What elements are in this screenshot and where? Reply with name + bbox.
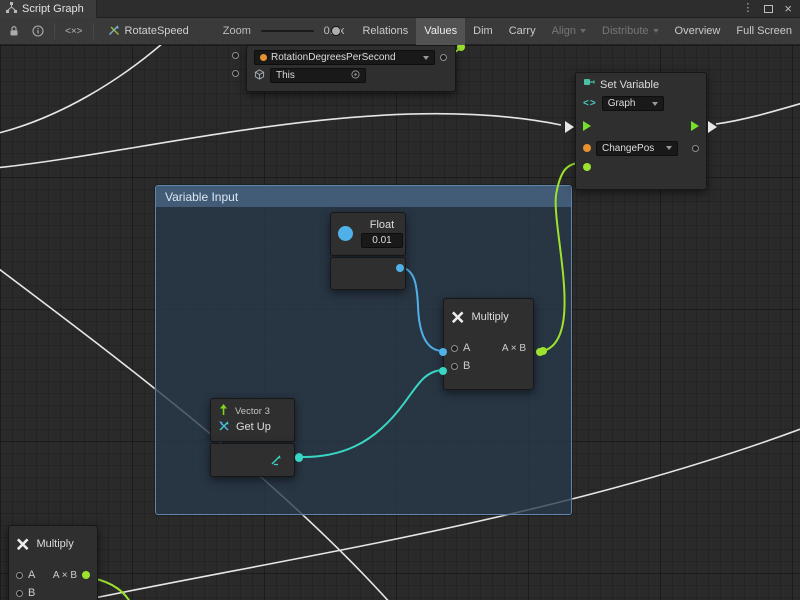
up-arrow-icon	[218, 404, 229, 419]
node-title: Multiply	[471, 311, 508, 323]
window-tab-label: Script Graph	[22, 3, 84, 15]
value-output-port[interactable]	[692, 145, 699, 152]
value-input-port[interactable]	[583, 163, 591, 171]
flow-input-arrow-icon[interactable]	[583, 121, 591, 131]
node-multiply-2[interactable]: × Multiply A A × B B	[8, 525, 98, 600]
node-float-literal[interactable]: Float 0.01	[330, 212, 406, 256]
graph-asset-icon	[108, 24, 120, 39]
variable-port-icon	[260, 54, 267, 61]
variable-dropdown[interactable]: ChangePos	[596, 141, 678, 156]
toolbar-separator	[93, 23, 94, 39]
variable-name-dropdown[interactable]: RotationDegreesPerSecond	[254, 50, 435, 65]
vector-output-port[interactable]	[295, 454, 303, 462]
window-menu-icon[interactable]: ⋮	[742, 3, 753, 14]
value-output-port[interactable]	[440, 54, 447, 61]
chevron-down-icon	[652, 102, 658, 106]
vector-output-icon	[270, 454, 282, 469]
graph-name: RotateSpeed	[125, 25, 189, 37]
group-header[interactable]: Variable Input	[156, 186, 571, 207]
output-label: A × B	[53, 570, 77, 581]
input-a-connection[interactable]	[439, 348, 447, 356]
toolbar-button-values[interactable]: Values	[416, 18, 465, 45]
title-bar: Script Graph ⋮ ×	[0, 0, 800, 18]
code-brackets-icon: <>	[583, 98, 597, 109]
toolbar-button-align[interactable]: Align	[544, 18, 594, 45]
float-output-port[interactable]	[396, 264, 404, 272]
flow-wire-arrow-out	[708, 121, 717, 133]
graph-canvas[interactable]: Variable Input RotationDegreesPerSecond	[0, 45, 800, 600]
chevron-down-icon	[666, 146, 672, 150]
node-vector3-get-up[interactable]: Vector 3 Get Up	[210, 398, 295, 442]
variable-port-icon[interactable]	[583, 144, 591, 152]
toolbar-button-fullscreen[interactable]: Full Screen	[728, 18, 800, 45]
toolbar-separator	[54, 23, 55, 39]
cube-icon	[254, 69, 265, 83]
set-variable-icon	[583, 78, 595, 93]
flow-wire-arrow-in	[565, 121, 574, 133]
float-type-label: Float	[370, 219, 394, 231]
zoom-slider-handle[interactable]	[331, 26, 341, 36]
input-b-connection[interactable]	[439, 367, 447, 375]
window-controls: ⋮ ×	[742, 1, 792, 17]
group-title: Variable Input	[165, 190, 238, 204]
object-picker-icon[interactable]	[351, 70, 360, 82]
unity-script-graph-window: Script Graph ⋮ × <×> RotateSpeed Zoom 0.…	[0, 0, 800, 600]
scope-dropdown[interactable]: Graph	[602, 96, 664, 111]
graph-toolbar: <×> RotateSpeed Zoom 0.9x Relations Valu…	[0, 18, 800, 45]
window-tab[interactable]: Script Graph	[0, 0, 97, 18]
multiply-icon: ×	[451, 306, 464, 329]
vector-type-label: Vector 3	[235, 406, 270, 417]
graph-breadcrumb[interactable]: RotateSpeed	[108, 24, 189, 39]
toolbar-button-carry[interactable]: Carry	[501, 18, 544, 45]
crossed-arrows-icon	[218, 420, 230, 435]
toolbar-button-overview[interactable]: Overview	[667, 18, 729, 45]
zoom-slider[interactable]	[261, 30, 314, 32]
input-port-a[interactable]	[16, 572, 23, 579]
operation-label: Get Up	[236, 421, 271, 433]
node-get-variable[interactable]: RotationDegreesPerSecond This	[246, 45, 456, 92]
chevron-down-icon	[580, 29, 586, 33]
target-field[interactable]: This	[270, 68, 366, 83]
output-port[interactable]	[82, 571, 90, 579]
input-port-b[interactable]	[451, 363, 458, 370]
info-icon[interactable]	[26, 18, 50, 44]
zoom-label: Zoom	[223, 25, 251, 37]
input-port[interactable]	[232, 52, 239, 59]
node-set-variable[interactable]: Set Variable <> Graph ChangePos	[575, 72, 707, 190]
script-graph-icon	[6, 2, 17, 16]
chevron-down-icon	[423, 56, 429, 60]
multiply-icon: ×	[16, 533, 29, 556]
input-port-b[interactable]	[16, 590, 23, 597]
chevron-down-icon	[653, 29, 659, 33]
lock-icon[interactable]	[2, 18, 26, 44]
node-multiply-1[interactable]: × Multiply A A × B B	[443, 298, 534, 390]
code-view-icon[interactable]: <×>	[59, 18, 89, 44]
node-title: Multiply	[36, 538, 73, 550]
close-icon[interactable]: ×	[784, 2, 792, 15]
toolbar-button-distribute[interactable]: Distribute	[594, 18, 666, 45]
flow-output-arrow-icon[interactable]	[691, 121, 699, 131]
toolbar-button-dim[interactable]: Dim	[465, 18, 501, 45]
node-float-body[interactable]	[330, 257, 406, 290]
toolbar-button-relations[interactable]: Relations	[354, 18, 416, 45]
node-vector3-body[interactable]	[210, 443, 295, 477]
output-label: A × B	[502, 343, 526, 354]
output-port[interactable]	[536, 348, 544, 356]
input-port[interactable]	[232, 70, 239, 77]
input-port-a[interactable]	[451, 345, 458, 352]
node-title: Set Variable	[600, 79, 659, 91]
float-type-icon	[338, 226, 353, 241]
maximize-icon[interactable]	[764, 1, 773, 17]
float-value-field[interactable]: 0.01	[361, 233, 403, 248]
